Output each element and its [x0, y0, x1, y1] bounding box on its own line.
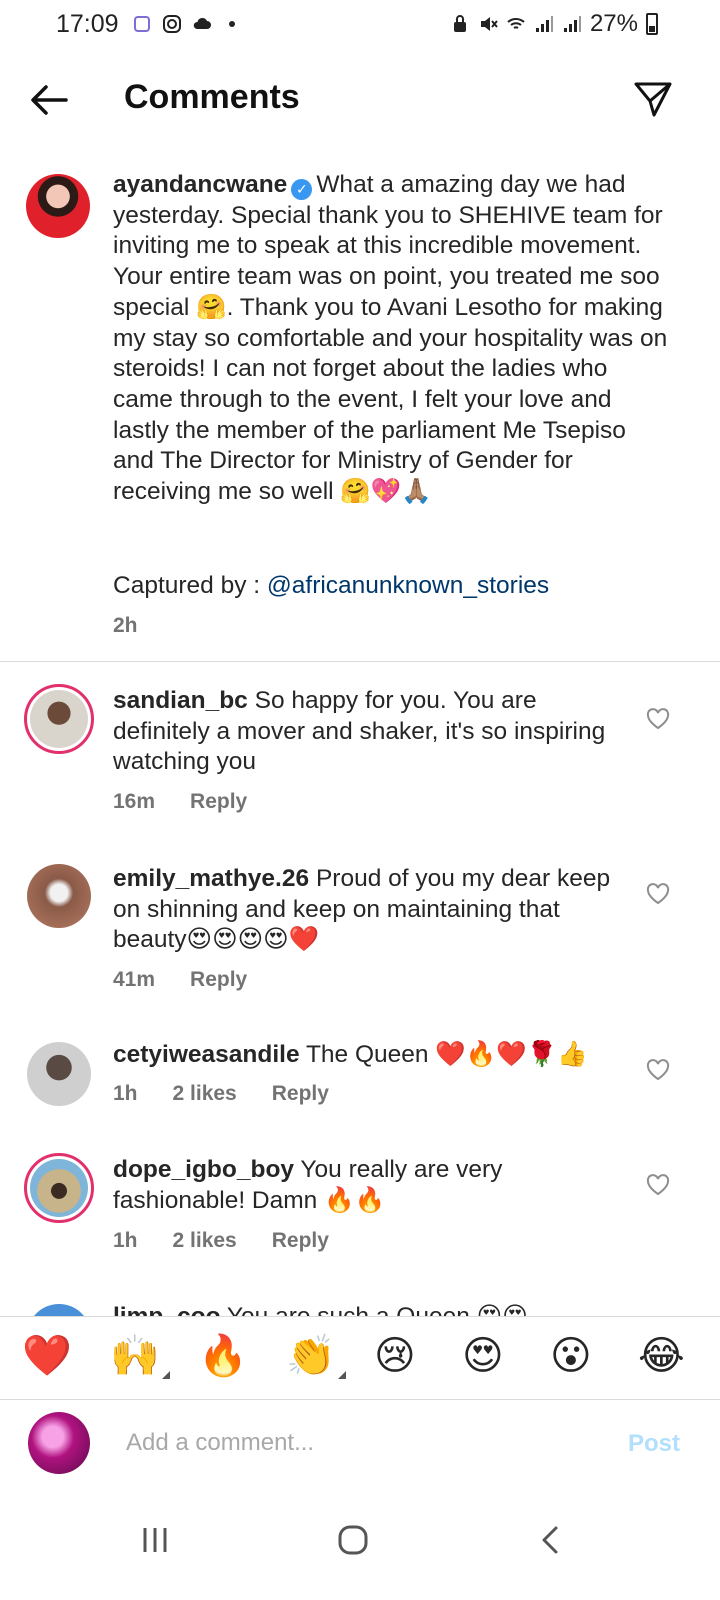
- like-heart-icon[interactable]: [646, 883, 670, 905]
- comment-time: 41m: [113, 968, 156, 991]
- emoji-clap-button[interactable]: 👏: [286, 1331, 346, 1381]
- emoji-surprised-button[interactable]: 😮: [550, 1331, 592, 1381]
- comment-username[interactable]: cetyiweasandile: [113, 1041, 300, 1068]
- comment-likes[interactable]: 2 likes: [173, 1229, 237, 1253]
- caption-body: What a amazing day we had yesterday. Spe…: [113, 171, 668, 506]
- comment-username[interactable]: emily_mathye.26: [113, 865, 309, 892]
- quick-emoji-bar: ❤️ 🙌 🔥 👏 😢 😍 😮 😂: [0, 1316, 720, 1400]
- comment-body: cetyiweasandile The Queen ❤️🔥❤️🌹👍: [113, 1040, 633, 1071]
- emoji-raised-hands: 🙌: [110, 1334, 160, 1378]
- comment-meta: 16m Reply: [113, 790, 247, 814]
- avatar[interactable]: [24, 684, 94, 754]
- emoji-cry-button[interactable]: 😢: [374, 1331, 416, 1381]
- credit-label: Captured by :: [113, 572, 267, 599]
- reply-button[interactable]: Reply: [272, 1229, 329, 1253]
- status-right: 27%: [450, 10, 658, 38]
- reply-button[interactable]: Reply: [190, 968, 247, 992]
- instagram-notification-icon: [163, 15, 181, 33]
- mute-icon: [480, 17, 498, 31]
- avatar[interactable]: [24, 1153, 94, 1223]
- comment-meta: 41m Reply: [113, 968, 247, 992]
- credit-mention-link[interactable]: @africanunknown_stories: [267, 572, 549, 599]
- send-icon[interactable]: [632, 78, 674, 120]
- comment-item-partial: limp_coo You are such a Queen 😍😍: [0, 1294, 720, 1316]
- recent-apps-icon[interactable]: [130, 1520, 180, 1560]
- caption-time: 2h: [113, 614, 138, 637]
- gallery-notification-icon: [134, 16, 150, 32]
- comment-body: sandian_bc So happy for you. You are def…: [113, 686, 633, 778]
- caption-credit: Captured by : @africanunknown_stories: [113, 572, 549, 600]
- header: Comments: [0, 64, 720, 134]
- emoji-clap: 👏: [286, 1334, 336, 1378]
- status-time: 17:09: [56, 10, 119, 38]
- emoji-raised-hands-button[interactable]: 🙌: [110, 1331, 170, 1381]
- comment-body: emily_mathye.26 Proud of you my dear kee…: [113, 864, 633, 956]
- post-button[interactable]: Post: [628, 1430, 680, 1458]
- cloud-notification-icon: [193, 17, 211, 29]
- divider: [0, 661, 720, 662]
- emoji-heart-button[interactable]: ❤️: [22, 1331, 72, 1381]
- wifi-icon: [507, 18, 525, 29]
- verified-badge-icon: ✓: [291, 179, 313, 200]
- comment-input[interactable]: [124, 1428, 568, 1458]
- signal-icon: [535, 16, 553, 32]
- avatar[interactable]: [26, 174, 90, 238]
- comment-text: The Queen ❤️🔥❤️🌹👍: [305, 1041, 588, 1068]
- status-bar: 17:09 27%: [0, 0, 720, 52]
- avatar: [28, 1412, 90, 1474]
- page-title: Comments: [124, 78, 300, 116]
- avatar[interactable]: [27, 1304, 91, 1316]
- emoji-heart-eyes-button[interactable]: 😍: [462, 1331, 504, 1381]
- comment-username[interactable]: dope_igbo_boy: [113, 1156, 294, 1183]
- avatar[interactable]: [27, 864, 91, 928]
- comment-text: You are such a Queen 😍😍: [227, 1303, 528, 1316]
- comment-input-bar: Post: [0, 1400, 720, 1490]
- comment-time: 1h: [113, 1229, 138, 1252]
- like-heart-icon[interactable]: [646, 708, 670, 730]
- comment-time: 1h: [113, 1082, 138, 1105]
- comment-body: dope_igbo_boy You really are very fashio…: [113, 1155, 633, 1216]
- post-caption: ayandancwane ✓ What a amazing day we had y…: [0, 168, 720, 663]
- signal-icon-2: [563, 16, 581, 32]
- emoji-laugh-button[interactable]: 😂: [638, 1331, 685, 1381]
- notification-icons: [132, 14, 242, 34]
- dot-icon: [229, 21, 235, 27]
- skin-tone-indicator: [337, 1371, 346, 1379]
- comment-meta: 1h 2 likes Reply: [113, 1229, 329, 1253]
- reply-button[interactable]: Reply: [190, 790, 247, 814]
- comment-meta: 1h 2 likes Reply: [113, 1082, 329, 1106]
- skin-tone-indicator: [161, 1371, 170, 1379]
- emoji-fire-button[interactable]: 🔥: [198, 1331, 248, 1381]
- caption-username[interactable]: ayandancwane: [113, 171, 287, 198]
- comment-likes[interactable]: 2 likes: [173, 1082, 237, 1106]
- battery-percent: 27%: [589, 10, 638, 37]
- back-arrow-icon[interactable]: [28, 80, 70, 120]
- comment-username[interactable]: limp_coo: [113, 1303, 221, 1316]
- back-nav-icon[interactable]: [526, 1520, 576, 1560]
- lock-icon: [453, 15, 466, 32]
- caption-text: ayandancwane ✓ What a amazing day we had y…: [113, 170, 673, 508]
- like-heart-icon[interactable]: [646, 1059, 670, 1081]
- home-icon[interactable]: [328, 1520, 378, 1560]
- comment-time: 16m: [113, 790, 156, 813]
- system-nav-bar: [0, 1490, 720, 1600]
- battery-icon: [646, 13, 658, 35]
- like-heart-icon[interactable]: [646, 1174, 670, 1196]
- comment-body: limp_coo You are such a Queen 😍😍: [113, 1302, 633, 1316]
- avatar[interactable]: [27, 1042, 91, 1106]
- comment-username[interactable]: sandian_bc: [113, 687, 248, 714]
- reply-button[interactable]: Reply: [272, 1082, 329, 1106]
